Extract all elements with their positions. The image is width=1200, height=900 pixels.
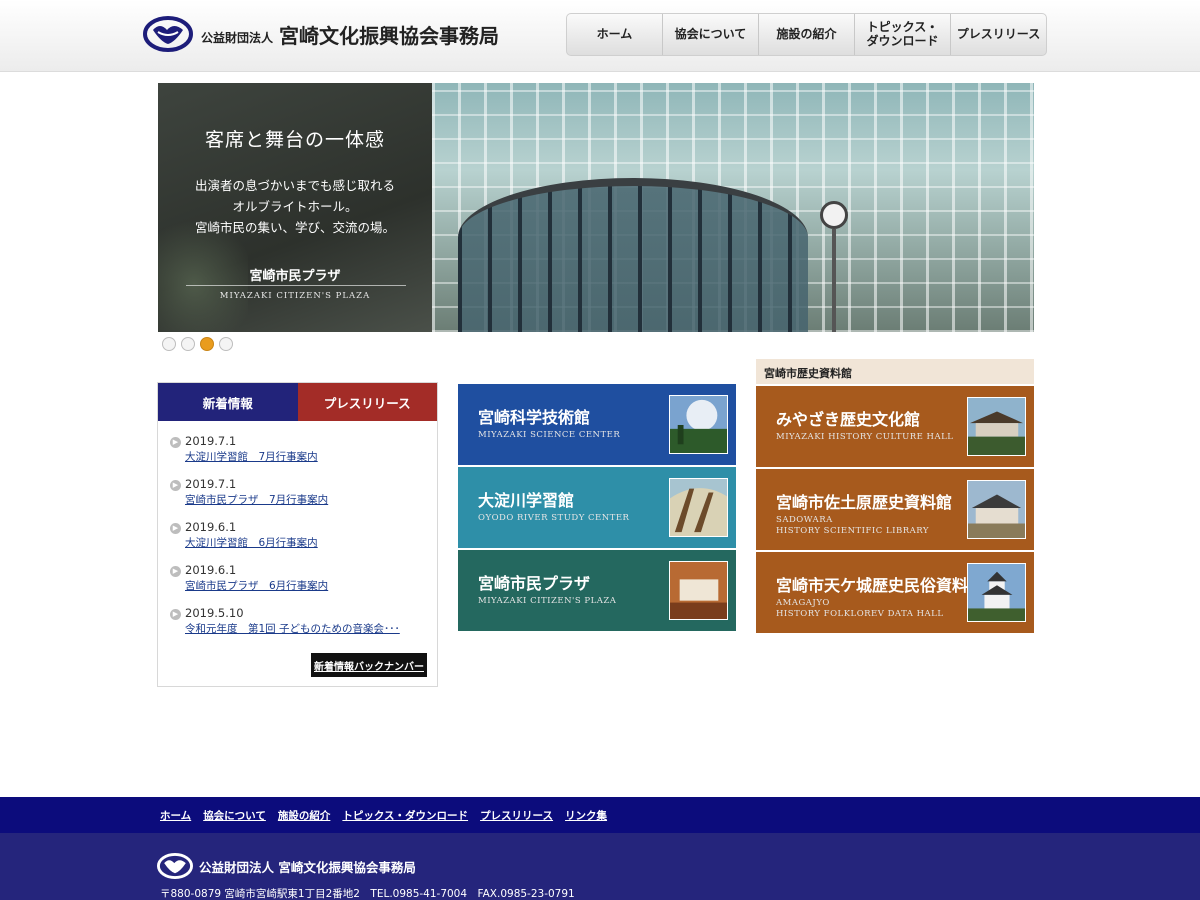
- history-title-en-2: HISTORY FOLKLOREV DATA HALL: [776, 609, 944, 619]
- amagajyo-castle-thumbnail: [967, 563, 1026, 622]
- hero-line-3: 宮崎市民の集い、学び、交流の場。: [194, 220, 395, 235]
- news-item: ▶ 2019.7.1 宮崎市民プラザ 7月行事案内: [170, 477, 437, 520]
- news-link[interactable]: 宮崎市民プラザ 7月行事案内: [185, 492, 437, 508]
- facility-title-en: OYODO RIVER STUDY CENTER: [478, 513, 630, 523]
- news-date: 2019.5.10: [185, 606, 244, 620]
- org-name: 宮崎文化振興協会事務局: [279, 23, 500, 48]
- footer-nav: ホーム 協会について 施設の紹介 トピックス・ダウンロード プレスリリース リン…: [0, 797, 1200, 833]
- nav-facilities[interactable]: 施設の紹介: [759, 14, 855, 55]
- news-panel: 新着情報 プレスリリース ▶ 2019.7.1 大淀川学習館 7月行事案内 ▶ …: [157, 382, 438, 687]
- news-item: ▶ 2019.6.1 宮崎市民プラザ 6月行事案内: [170, 563, 437, 606]
- facility-title: 宮崎市民プラザ: [478, 574, 591, 593]
- news-link[interactable]: 令和元年度 第1回 子どものための音楽会･･･: [185, 621, 437, 637]
- news-date: 2019.6.1: [185, 520, 237, 534]
- arrow-right-icon: ▶: [170, 437, 181, 448]
- news-link[interactable]: 宮崎市民プラザ 6月行事案内: [185, 578, 437, 594]
- news-tabs: 新着情報 プレスリリース: [158, 383, 437, 421]
- history-title-en-2: HISTORY SCIENTIFIC LIBRARY: [776, 526, 930, 536]
- news-list: ▶ 2019.7.1 大淀川学習館 7月行事案内 ▶ 2019.7.1 宮崎市民…: [158, 421, 437, 649]
- nav-about-label: 協会について: [674, 26, 747, 41]
- culture-hall-thumbnail: [967, 397, 1026, 456]
- nav-home-label: ホーム: [596, 26, 633, 41]
- history-title: 宮崎市佐土原歴史資料館: [776, 493, 953, 512]
- footer-link-links[interactable]: リンク集: [565, 808, 607, 823]
- footer-address: 〒880-0879 宮崎市宮崎駅東1丁目2番地2 TEL.0985-41-700…: [160, 888, 575, 900]
- hero-facility-name-en: MIYAZAKI CITIZEN'S PLAZA: [219, 291, 371, 301]
- history-card-amagajyo[interactable]: 宮崎市天ケ城歴史民俗資料館 AMAGAJYO HISTORY FOLKLOREV…: [756, 552, 1034, 633]
- main-nav: ホーム 協会について 施設の紹介 トピックス・ ダウンロード プレスリリース: [566, 13, 1047, 56]
- hero-slider[interactable]: 客席と舞台の一体感 出演者の息づかいまでも感じ取れる オルブライトホール。 宮崎…: [158, 83, 1034, 332]
- tab-news[interactable]: 新着情報: [158, 383, 298, 421]
- citizens-plaza-thumbnail: [669, 561, 728, 620]
- news-date: 2019.7.1: [185, 434, 237, 448]
- hero-clock-pole: [832, 229, 836, 332]
- clock-icon: [820, 201, 848, 229]
- facility-title-en: MIYAZAKI CITIZEN'S PLAZA: [478, 596, 617, 606]
- facility-title: 大淀川学習館: [478, 491, 575, 510]
- history-title-en: MIYAZAKI HISTORY CULTURE HALL: [776, 432, 954, 442]
- footer-link-press[interactable]: プレスリリース: [480, 808, 553, 823]
- slide-dot-1[interactable]: [162, 337, 176, 351]
- slide-dot-4[interactable]: [219, 337, 233, 351]
- hero-line-2: オルブライトホール。: [232, 199, 358, 214]
- hero-description: 出演者の息づかいまでも感じ取れる オルブライトホール。 宮崎市民の集い、学び、交…: [158, 175, 432, 238]
- news-item: ▶ 2019.5.10 令和元年度 第1回 子どものための音楽会･･･: [170, 606, 437, 649]
- nav-press[interactable]: プレスリリース: [951, 14, 1046, 55]
- history-card-sadowara[interactable]: 宮崎市佐土原歴史資料館 SADOWARA HISTORY SCIENTIFIC …: [756, 469, 1034, 550]
- news-link[interactable]: 大淀川学習館 7月行事案内: [185, 449, 437, 465]
- facility-card-science-center[interactable]: 宮崎科学技術館 MIYAZAKI SCIENCE CENTER: [458, 384, 736, 465]
- org-prefix: 公益財団法人: [201, 30, 274, 45]
- facility-title-en: MIYAZAKI SCIENCE CENTER: [478, 430, 621, 440]
- slide-dot-3[interactable]: [200, 337, 214, 351]
- nav-facilities-label: 施設の紹介: [776, 26, 837, 41]
- foundation-logo-icon: [143, 16, 193, 52]
- history-title: みやざき歴史文化館: [776, 410, 921, 429]
- slider-pagination: [162, 337, 233, 351]
- history-section-header: 宮崎市歴史資料館: [756, 359, 1034, 384]
- facility-card-oyodo-river[interactable]: 大淀川学習館 OYODO RIVER STUDY CENTER: [458, 467, 736, 548]
- science-center-thumbnail: [669, 395, 728, 454]
- arrow-right-icon: ▶: [170, 566, 181, 577]
- nav-home[interactable]: ホーム: [567, 14, 663, 55]
- hero-facility-name: 宮崎市民プラザ: [249, 269, 341, 284]
- news-item: ▶ 2019.6.1 大淀川学習館 6月行事案内: [170, 520, 437, 563]
- history-title-en: SADOWARA: [776, 515, 833, 525]
- nav-topics-label: トピックス・ ダウンロード: [866, 19, 939, 48]
- facility-card-citizens-plaza[interactable]: 宮崎市民プラザ MIYAZAKI CITIZEN'S PLAZA: [458, 550, 736, 631]
- history-card-culture-hall[interactable]: みやざき歴史文化館 MIYAZAKI HISTORY CULTURE HALL: [756, 386, 1034, 467]
- hero-building-rotunda: [458, 178, 808, 332]
- tab-press-release[interactable]: プレスリリース: [297, 383, 437, 421]
- news-date: 2019.7.1: [185, 477, 237, 491]
- arrow-right-icon: ▶: [170, 609, 181, 620]
- news-date: 2019.6.1: [185, 563, 237, 577]
- footer-link-about[interactable]: 協会について: [203, 808, 266, 823]
- foundation-logo-icon: [157, 853, 193, 879]
- news-link[interactable]: 大淀川学習館 6月行事案内: [185, 535, 437, 551]
- hero-divider: [186, 285, 406, 286]
- site-header: 公益財団法人 宮崎文化振興協会事務局 ホーム 協会について 施設の紹介 トピック…: [0, 0, 1200, 72]
- oyodo-river-thumbnail: [669, 478, 728, 537]
- nav-topics[interactable]: トピックス・ ダウンロード: [855, 14, 951, 55]
- footer-link-home[interactable]: ホーム: [160, 808, 191, 823]
- history-title: 宮崎市天ケ城歴史民俗資料館: [776, 576, 985, 595]
- footer-link-topics[interactable]: トピックス・ダウンロード: [342, 808, 468, 823]
- hero-title: 客席と舞台の一体感: [204, 129, 385, 151]
- news-archive-button[interactable]: 新着情報バックナンバー: [311, 653, 427, 677]
- news-item: ▶ 2019.7.1 大淀川学習館 7月行事案内: [170, 434, 437, 477]
- facility-title: 宮崎科学技術館: [478, 408, 591, 427]
- slide-dot-2[interactable]: [181, 337, 195, 351]
- hero-line-1: 出演者の息づかいまでも感じ取れる: [194, 178, 395, 193]
- nav-press-label: プレスリリース: [956, 26, 1041, 41]
- arrow-right-icon: ▶: [170, 480, 181, 491]
- footer-link-facilities[interactable]: 施設の紹介: [278, 808, 331, 823]
- arrow-right-icon: ▶: [170, 523, 181, 534]
- sadowara-thumbnail: [967, 480, 1026, 539]
- history-title-en: AMAGAJYO: [776, 598, 830, 608]
- nav-about[interactable]: 協会について: [663, 14, 759, 55]
- site-footer: 公益財団法人 宮崎文化振興協会事務局 〒880-0879 宮崎市宮崎駅東1丁目2…: [0, 833, 1200, 900]
- footer-logo: 公益財団法人 宮崎文化振興協会事務局: [157, 853, 416, 879]
- site-logo[interactable]: 公益財団法人 宮崎文化振興協会事務局: [143, 16, 499, 52]
- footer-org-name: 公益財団法人 宮崎文化振興協会事務局: [199, 859, 416, 875]
